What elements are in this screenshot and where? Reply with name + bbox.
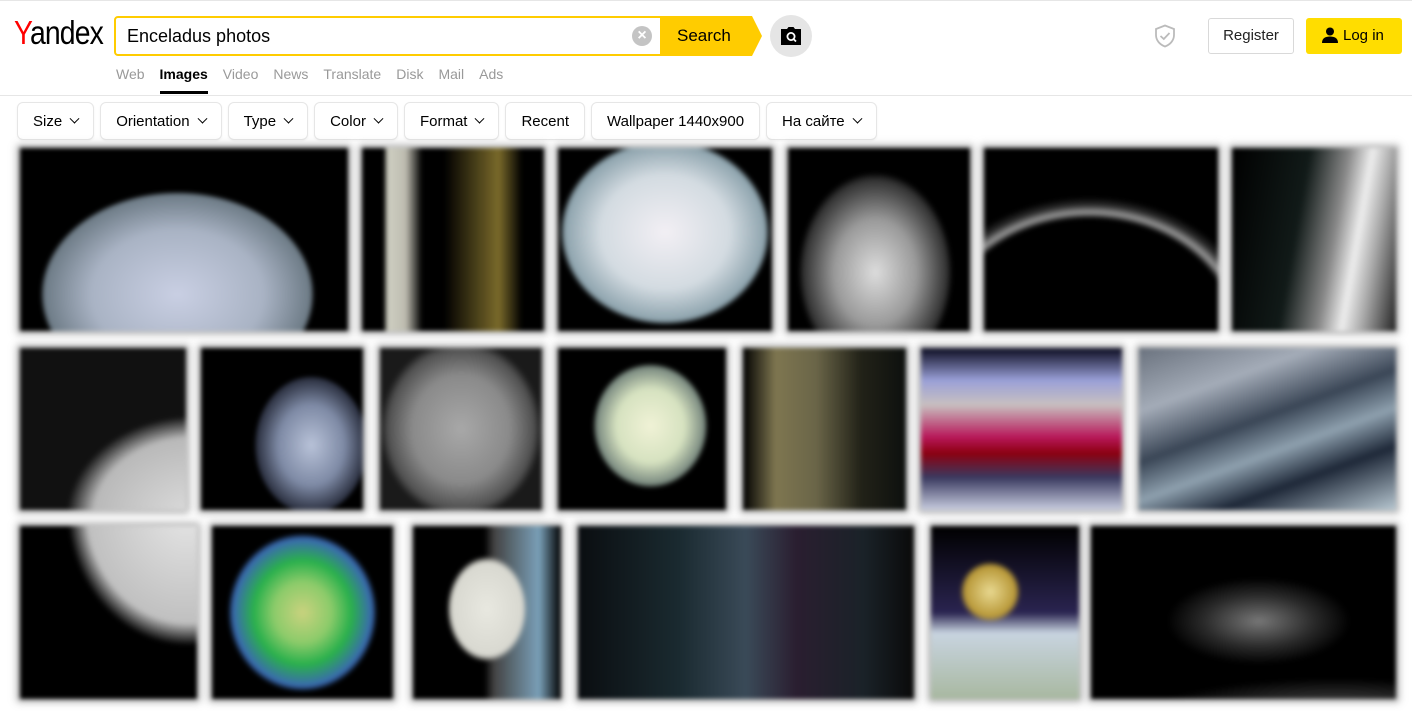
image-result-thumbnail[interactable] — [20, 526, 197, 699]
thumbnail-image — [20, 348, 186, 510]
thumbnail-image — [578, 526, 914, 699]
image-result-thumbnail[interactable] — [1091, 526, 1396, 699]
thumbnail-image — [788, 148, 970, 331]
image-result-thumbnail[interactable] — [20, 148, 348, 331]
thumbnail-image — [201, 348, 363, 510]
image-search-button[interactable] — [770, 15, 812, 57]
search-input[interactable] — [127, 18, 617, 54]
image-result-thumbnail[interactable] — [558, 148, 772, 331]
image-result-thumbnail[interactable] — [1232, 148, 1396, 331]
filter-wallpaper-1440x900[interactable]: Wallpaper 1440x900 — [591, 102, 761, 140]
image-result-thumbnail[interactable] — [380, 348, 542, 510]
image-result-thumbnail[interactable] — [362, 148, 544, 331]
close-icon: × — [637, 27, 647, 44]
thumbnail-image — [558, 148, 772, 331]
filter-bar: Size Orientation Type Color Format Recent Wall… — [17, 102, 877, 140]
login-button[interactable]: Log in — [1306, 18, 1402, 54]
thumbnail-image — [20, 526, 197, 699]
chevron-down-icon — [197, 113, 208, 124]
camera-icon — [781, 27, 801, 45]
image-result-thumbnail[interactable] — [743, 348, 906, 510]
chevron-down-icon — [283, 113, 294, 124]
service-nav: Web Images Video News Translate Disk Mail Ads — [116, 66, 518, 96]
nav-tab-news[interactable]: News — [273, 66, 308, 96]
filter-label: Size — [33, 112, 63, 130]
thumbnail-image — [1139, 348, 1396, 510]
user-icon — [1322, 27, 1338, 43]
filter-label: Recent — [521, 112, 569, 130]
filter-на-сайте[interactable]: На сайте — [766, 102, 877, 140]
filter-label: Color — [330, 112, 366, 130]
nav-tab-images[interactable]: Images — [159, 66, 209, 96]
image-result-thumbnail[interactable] — [921, 348, 1122, 510]
thumbnail-image — [212, 526, 393, 699]
search-button[interactable]: Search — [660, 16, 762, 56]
image-result-thumbnail[interactable] — [788, 148, 970, 331]
image-result-thumbnail[interactable] — [558, 348, 726, 510]
thumbnail-image — [380, 348, 542, 510]
filter-orientation[interactable]: Orientation — [100, 102, 222, 140]
filter-type[interactable]: Type — [227, 102, 309, 140]
filter-recent[interactable]: Recent — [505, 102, 585, 140]
nav-tab-web[interactable]: Web — [116, 66, 145, 96]
filter-label: На сайте — [782, 112, 845, 130]
filter-label: Type — [243, 112, 277, 130]
image-result-thumbnail[interactable] — [1139, 348, 1396, 510]
clear-search-button[interactable]: × — [632, 26, 652, 46]
shield-icon[interactable] — [1153, 24, 1177, 48]
nav-tab-video[interactable]: Video — [223, 66, 259, 96]
thumbnail-image — [558, 348, 726, 510]
logo-rest: andex — [29, 14, 104, 51]
search-button-label: Search — [677, 26, 731, 45]
thumbnail-image — [413, 526, 561, 699]
image-result-thumbnail[interactable] — [201, 348, 363, 510]
logo-letter-y: Y — [14, 14, 31, 51]
image-result-thumbnail[interactable] — [984, 148, 1218, 331]
login-label: Log in — [1343, 27, 1384, 44]
register-button[interactable]: Register — [1208, 18, 1294, 54]
search-box: × — [114, 16, 662, 56]
chevron-down-icon — [373, 113, 384, 124]
image-result-thumbnail[interactable] — [578, 526, 914, 699]
thumbnail-image — [931, 526, 1079, 699]
nav-tab-ads[interactable]: Ads — [479, 66, 503, 96]
chevron-down-icon — [475, 113, 485, 124]
yandex-logo[interactable]: Yandex — [14, 14, 104, 52]
nav-tab-disk[interactable]: Disk — [396, 66, 423, 96]
thumbnail-image — [1232, 148, 1396, 331]
chevron-down-icon — [69, 113, 80, 124]
filter-label: Wallpaper 1440x900 — [607, 112, 745, 130]
thumbnail-image — [362, 148, 544, 331]
thumbnail-image — [743, 348, 906, 510]
image-result-thumbnail[interactable] — [20, 348, 186, 510]
chevron-down-icon — [852, 113, 863, 124]
filter-color[interactable]: Color — [314, 102, 398, 140]
thumbnail-image — [1091, 526, 1396, 699]
thumbnail-image — [20, 148, 348, 331]
search-button-arrow — [752, 16, 762, 56]
thumbnail-image — [984, 148, 1218, 331]
filter-label: Orientation — [116, 112, 190, 130]
thumbnail-image — [921, 348, 1122, 510]
filter-format[interactable]: Format — [403, 102, 500, 140]
image-result-thumbnail[interactable] — [413, 526, 561, 699]
nav-tab-mail[interactable]: Mail — [438, 66, 464, 96]
filter-size[interactable]: Size — [17, 102, 95, 140]
image-result-thumbnail[interactable] — [212, 526, 393, 699]
filter-label: Format — [419, 112, 468, 130]
top-border — [0, 0, 1412, 1]
image-result-thumbnail[interactable] — [931, 526, 1079, 699]
nav-tab-translate[interactable]: Translate — [323, 66, 381, 96]
header-divider — [0, 95, 1412, 96]
